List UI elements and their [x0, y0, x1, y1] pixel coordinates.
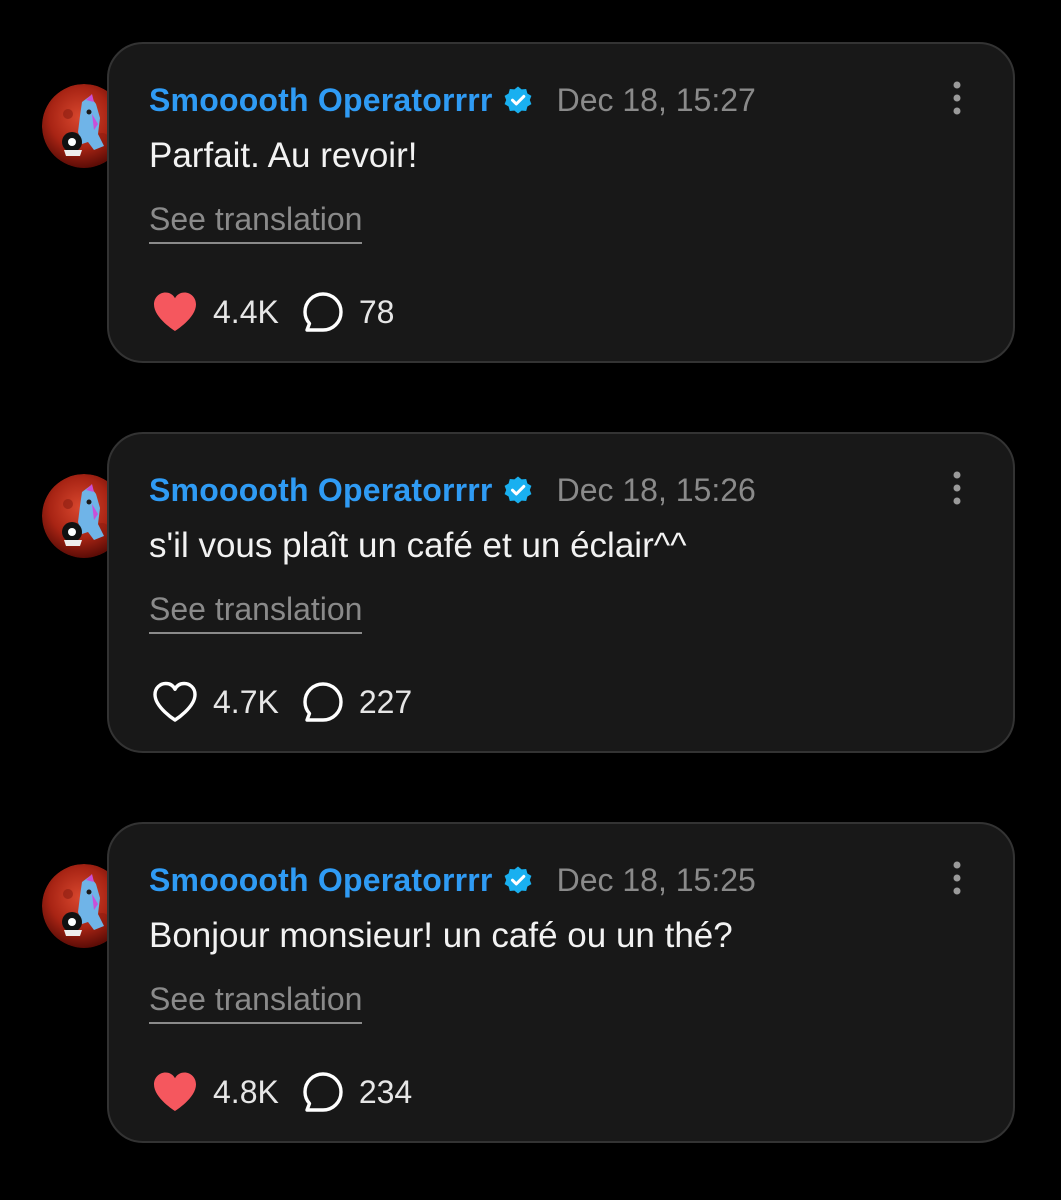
timestamp: Dec 18, 15:25 — [556, 861, 756, 898]
post-card: Smooooth Operatorrrr Dec 18, 15:26 s'il … — [107, 432, 1015, 753]
username[interactable]: Smooooth Operatorrrr — [149, 472, 493, 509]
see-translation-link[interactable]: See translation — [149, 201, 363, 244]
see-translation-link[interactable]: See translation — [149, 981, 363, 1024]
more-options-icon[interactable] — [947, 80, 967, 116]
verified-badge-icon — [503, 85, 533, 115]
timestamp: Dec 18, 15:27 — [556, 81, 756, 118]
post-text: s'il vous plaît un café et un éclair^^ — [149, 526, 687, 565]
more-options-icon[interactable] — [947, 860, 967, 896]
post-header: Smooooth Operatorrrr Dec 18, 15:26 — [149, 468, 756, 512]
like-button[interactable]: 4.8K — [151, 1070, 279, 1114]
comment-bubble-icon — [301, 1070, 345, 1114]
reply-count: 234 — [358, 1073, 413, 1110]
verified-badge-icon — [503, 475, 533, 505]
post-header: Smooooth Operatorrrr Dec 18, 15:27 — [149, 78, 756, 122]
post-text: Parfait. Au revoir! — [149, 136, 418, 175]
verified-badge-icon — [503, 865, 533, 895]
post-card: Smooooth Operatorrrr Dec 18, 15:27 Parfa… — [107, 42, 1015, 363]
heart-outline-icon — [151, 680, 199, 724]
timestamp: Dec 18, 15:26 — [556, 471, 756, 508]
post-card: Smooooth Operatorrrr Dec 18, 15:25 Bonjo… — [107, 822, 1015, 1143]
post-actions: 4.4K 78 — [151, 289, 394, 335]
post: Smooooth Operatorrrr Dec 18, 15:26 s'il … — [0, 432, 1061, 762]
post-text: Bonjour monsieur! un café ou un thé? — [149, 916, 733, 955]
more-options-icon[interactable] — [947, 470, 967, 506]
post: Smooooth Operatorrrr Dec 18, 15:25 Bonjo… — [0, 822, 1061, 1152]
comment-bubble-icon — [301, 290, 345, 334]
heart-filled-icon — [151, 1070, 199, 1114]
like-button[interactable]: 4.4K — [151, 290, 279, 334]
post: Smooooth Operatorrrr Dec 18, 15:27 Parfa… — [0, 42, 1061, 372]
reply-button[interactable]: 227 — [301, 680, 412, 724]
post-actions: 4.7K 227 — [151, 679, 412, 725]
heart-filled-icon — [151, 290, 199, 334]
reply-count: 78 — [358, 293, 395, 330]
like-count: 4.8K — [213, 1073, 279, 1110]
post-header: Smooooth Operatorrrr Dec 18, 15:25 — [149, 858, 756, 902]
reply-count: 227 — [358, 683, 413, 720]
reply-button[interactable]: 78 — [301, 290, 395, 334]
reply-button[interactable]: 234 — [301, 1070, 412, 1114]
like-button[interactable]: 4.7K — [151, 680, 279, 724]
username[interactable]: Smooooth Operatorrrr — [149, 862, 493, 899]
post-actions: 4.8K 234 — [151, 1069, 412, 1115]
like-count: 4.7K — [213, 683, 279, 720]
like-count: 4.4K — [213, 293, 279, 330]
see-translation-link[interactable]: See translation — [149, 591, 363, 634]
username[interactable]: Smooooth Operatorrrr — [149, 82, 493, 119]
comment-bubble-icon — [301, 680, 345, 724]
